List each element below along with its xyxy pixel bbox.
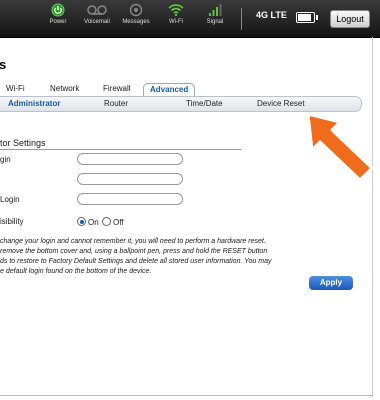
visibility-label: isibility	[0, 217, 24, 226]
subtab-device-reset[interactable]: Device Reset	[257, 99, 305, 108]
power-label: Power	[49, 19, 67, 25]
radio-off-label: Off	[113, 218, 124, 227]
radio-unselected-icon	[102, 217, 111, 226]
tab-network[interactable]: Network	[50, 84, 79, 93]
tab-firewall[interactable]: Firewall	[103, 84, 131, 93]
new-login-label: Login	[0, 195, 20, 204]
signal-button[interactable]: Signal	[197, 3, 233, 25]
status-bar: Power Voicemail Messages Wi-Fi Signal 4G…	[0, 0, 380, 38]
voicemail-label: Voicemail	[84, 19, 110, 25]
section-divider	[0, 149, 241, 150]
note-line: e default login found on the bottom of t…	[0, 268, 152, 275]
signal-label: Signal	[206, 19, 224, 25]
wifi-label: Wi-Fi	[169, 19, 183, 25]
password-input[interactable]	[77, 173, 183, 185]
logout-button[interactable]: Logout	[330, 10, 370, 28]
wifi-icon	[168, 4, 184, 17]
note-line: ds to restore to Factory Default Setting…	[0, 258, 272, 265]
note-line: change your login and cannot remember it…	[0, 238, 266, 245]
voicemail-icon	[87, 5, 107, 15]
radio-selected-icon	[77, 217, 86, 226]
wifi-button[interactable]: Wi-Fi	[158, 3, 194, 25]
visibility-off-radio[interactable]: Off	[102, 217, 124, 227]
radio-on-label: On	[88, 218, 99, 227]
divider	[241, 8, 242, 30]
page-title: s	[0, 57, 7, 72]
subtab-time-date[interactable]: Time/Date	[186, 99, 223, 108]
callout-arrow-icon	[306, 112, 374, 182]
visibility-on-radio[interactable]: On	[77, 217, 99, 227]
power-icon	[51, 3, 65, 17]
footer-divider	[0, 395, 372, 396]
messages-label: Messages	[122, 19, 150, 25]
subtab-administrator[interactable]: Administrator	[8, 99, 60, 108]
power-button[interactable]: Power	[40, 3, 76, 25]
tab-advanced[interactable]: Advanced	[143, 83, 196, 96]
reset-note: change your login and cannot remember it…	[0, 237, 344, 277]
voicemail-button[interactable]: Voicemail	[79, 3, 115, 25]
messages-button[interactable]: Messages	[118, 3, 154, 25]
login-input[interactable]	[77, 153, 183, 165]
tab-wifi[interactable]: Wi-Fi	[6, 84, 25, 93]
network-type: 4G LTE	[256, 10, 287, 20]
messages-icon	[129, 3, 143, 17]
signal-icon	[209, 4, 222, 16]
subtab-router[interactable]: Router	[104, 99, 128, 108]
section-title: tor Settings	[0, 138, 46, 148]
battery-level	[298, 14, 311, 21]
battery-icon	[296, 12, 318, 23]
content-border	[372, 37, 373, 397]
note-line: remove the bottom cover and, using a bal…	[0, 248, 268, 255]
login-label: gin	[0, 155, 11, 164]
apply-button[interactable]: Apply	[309, 276, 353, 290]
new-login-input[interactable]	[77, 193, 183, 205]
